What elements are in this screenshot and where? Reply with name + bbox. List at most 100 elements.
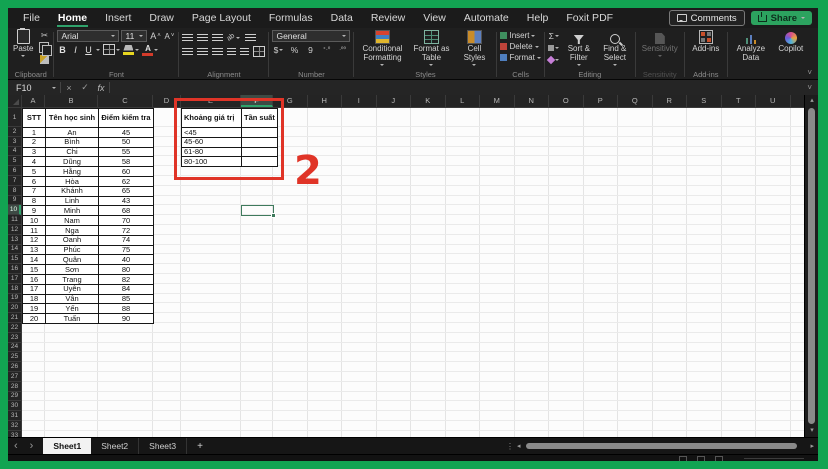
- cell[interactable]: 16: [22, 273, 46, 285]
- scroll-down-icon[interactable]: ▾: [805, 425, 818, 437]
- row-header-10[interactable]: 10: [8, 205, 21, 216]
- zoom-slider[interactable]: [744, 458, 804, 459]
- fill-button[interactable]: [548, 42, 560, 53]
- cell[interactable]: 65: [98, 185, 154, 197]
- cell[interactable]: 74: [98, 234, 154, 246]
- cell[interactable]: 20: [22, 313, 46, 324]
- cell[interactable]: 90: [98, 313, 154, 324]
- row-header-32[interactable]: 32: [8, 421, 21, 431]
- row-header-23[interactable]: 23: [8, 333, 21, 343]
- column-header-I[interactable]: I: [342, 95, 377, 107]
- number-format-combobox[interactable]: General: [272, 30, 351, 42]
- analyze-data-button[interactable]: Analyze Data: [731, 30, 771, 64]
- cell[interactable]: Vân: [45, 293, 99, 305]
- align-bottom-icon[interactable]: [212, 33, 224, 42]
- cell[interactable]: 84: [98, 283, 154, 295]
- decrease-indent-icon[interactable]: [227, 47, 237, 56]
- row-header-11[interactable]: 11: [8, 215, 21, 225]
- menu-tab-draw[interactable]: Draw: [140, 8, 183, 28]
- merge-center-button[interactable]: [253, 46, 266, 57]
- cell[interactable]: Oanh: [45, 234, 99, 246]
- prev-sheet-icon[interactable]: ‹: [8, 439, 24, 454]
- column-header-T[interactable]: T: [722, 95, 756, 107]
- autosum-button[interactable]: Σ: [548, 30, 560, 41]
- conditional-formatting-button[interactable]: Conditional Formatting: [357, 30, 407, 67]
- share-button[interactable]: Share: [750, 11, 812, 25]
- cell[interactable]: 80: [98, 264, 154, 275]
- row-header-28[interactable]: 28: [8, 382, 21, 392]
- borders-button[interactable]: [103, 44, 121, 55]
- cut-button[interactable]: ✂: [38, 30, 50, 41]
- cell[interactable]: 70: [98, 215, 154, 226]
- select-all-corner[interactable]: [8, 95, 22, 108]
- underline-dropdown[interactable]: [96, 48, 101, 51]
- cell[interactable]: 45: [98, 127, 154, 138]
- menu-tab-automate[interactable]: Automate: [455, 8, 518, 28]
- column-header-Q[interactable]: Q: [618, 95, 653, 107]
- increase-indent-icon[interactable]: [240, 47, 250, 56]
- row-header-12[interactable]: 12: [8, 225, 21, 235]
- row-header-9[interactable]: 9: [8, 196, 21, 206]
- row-header-16[interactable]: 16: [8, 264, 21, 274]
- page-break-view-icon[interactable]: [715, 456, 723, 461]
- column-header-K[interactable]: K: [411, 95, 446, 107]
- column-header-O[interactable]: O: [549, 95, 584, 107]
- cell[interactable]: Sơn: [45, 264, 99, 275]
- cell[interactable]: Hằng: [45, 166, 99, 177]
- menu-tab-file[interactable]: File: [14, 8, 49, 28]
- column-header-B[interactable]: B: [45, 95, 98, 107]
- cell[interactable]: 88: [98, 303, 154, 315]
- cell[interactable]: 55: [98, 146, 154, 158]
- delete-cells-button[interactable]: Delete: [500, 41, 539, 52]
- cell[interactable]: 4: [22, 156, 46, 168]
- row-header-26[interactable]: 26: [8, 362, 21, 372]
- sheet-tab-sheet3[interactable]: Sheet3: [139, 438, 188, 454]
- column-header-J[interactable]: J: [377, 95, 411, 107]
- cell[interactable]: 12: [22, 234, 46, 246]
- wrap-text-button[interactable]: [244, 32, 256, 43]
- normal-view-icon[interactable]: [679, 456, 687, 461]
- cell[interactable]: 10: [22, 215, 46, 226]
- cell[interactable]: 3: [22, 146, 46, 158]
- cell[interactable]: 58: [98, 156, 154, 168]
- add-sheet-button[interactable]: +: [187, 441, 213, 452]
- paste-button[interactable]: Paste: [11, 28, 35, 58]
- column-header-N[interactable]: N: [515, 95, 549, 107]
- menu-tab-page-layout[interactable]: Page Layout: [183, 8, 260, 28]
- align-right-icon[interactable]: [212, 47, 224, 56]
- row-header-8[interactable]: 8: [8, 186, 21, 196]
- scroll-left-icon[interactable]: ◂: [517, 442, 521, 450]
- confirm-entry-icon[interactable]: ✓: [77, 82, 93, 93]
- copilot-button[interactable]: Copilot: [773, 30, 809, 55]
- increase-decimal-button[interactable]: ⁺·⁰: [320, 44, 332, 55]
- row-header-1[interactable]: 1: [8, 108, 21, 127]
- menu-tab-insert[interactable]: Insert: [96, 8, 140, 28]
- currency-format-button[interactable]: $: [272, 44, 284, 55]
- cell[interactable]: 8: [22, 195, 46, 207]
- cell[interactable]: Linh: [45, 195, 99, 207]
- comments-button[interactable]: Comments: [668, 10, 745, 26]
- row-header-29[interactable]: 29: [8, 392, 21, 402]
- bold-button[interactable]: B: [57, 45, 67, 55]
- format-cells-button[interactable]: Format: [500, 52, 541, 63]
- vertical-scrollbar-thumb[interactable]: [808, 108, 815, 424]
- format-as-table-button[interactable]: Format as Table: [409, 30, 453, 67]
- cell[interactable]: 82: [98, 273, 154, 285]
- font-color-button[interactable]: A: [142, 44, 159, 56]
- menu-tab-home[interactable]: Home: [49, 8, 96, 28]
- align-top-icon[interactable]: [182, 33, 194, 42]
- cell[interactable]: Tuấn: [45, 313, 99, 324]
- scrollbar-grip-icon[interactable]: ⋮: [506, 442, 514, 451]
- cell[interactable]: 7: [22, 185, 46, 197]
- column-header-L[interactable]: L: [446, 95, 480, 107]
- cell[interactable]: 11: [22, 224, 46, 236]
- cell[interactable]: Nga: [45, 224, 99, 236]
- row-header-30[interactable]: 30: [8, 401, 21, 412]
- cell[interactable]: 19: [22, 303, 46, 315]
- menu-tab-data[interactable]: Data: [322, 8, 362, 28]
- scroll-right-icon[interactable]: ▸: [810, 442, 814, 450]
- row-header-24[interactable]: 24: [8, 343, 21, 353]
- cell[interactable]: 5: [22, 166, 46, 177]
- column-header-R[interactable]: R: [653, 95, 687, 107]
- grow-font-button[interactable]: A ˄: [149, 31, 161, 42]
